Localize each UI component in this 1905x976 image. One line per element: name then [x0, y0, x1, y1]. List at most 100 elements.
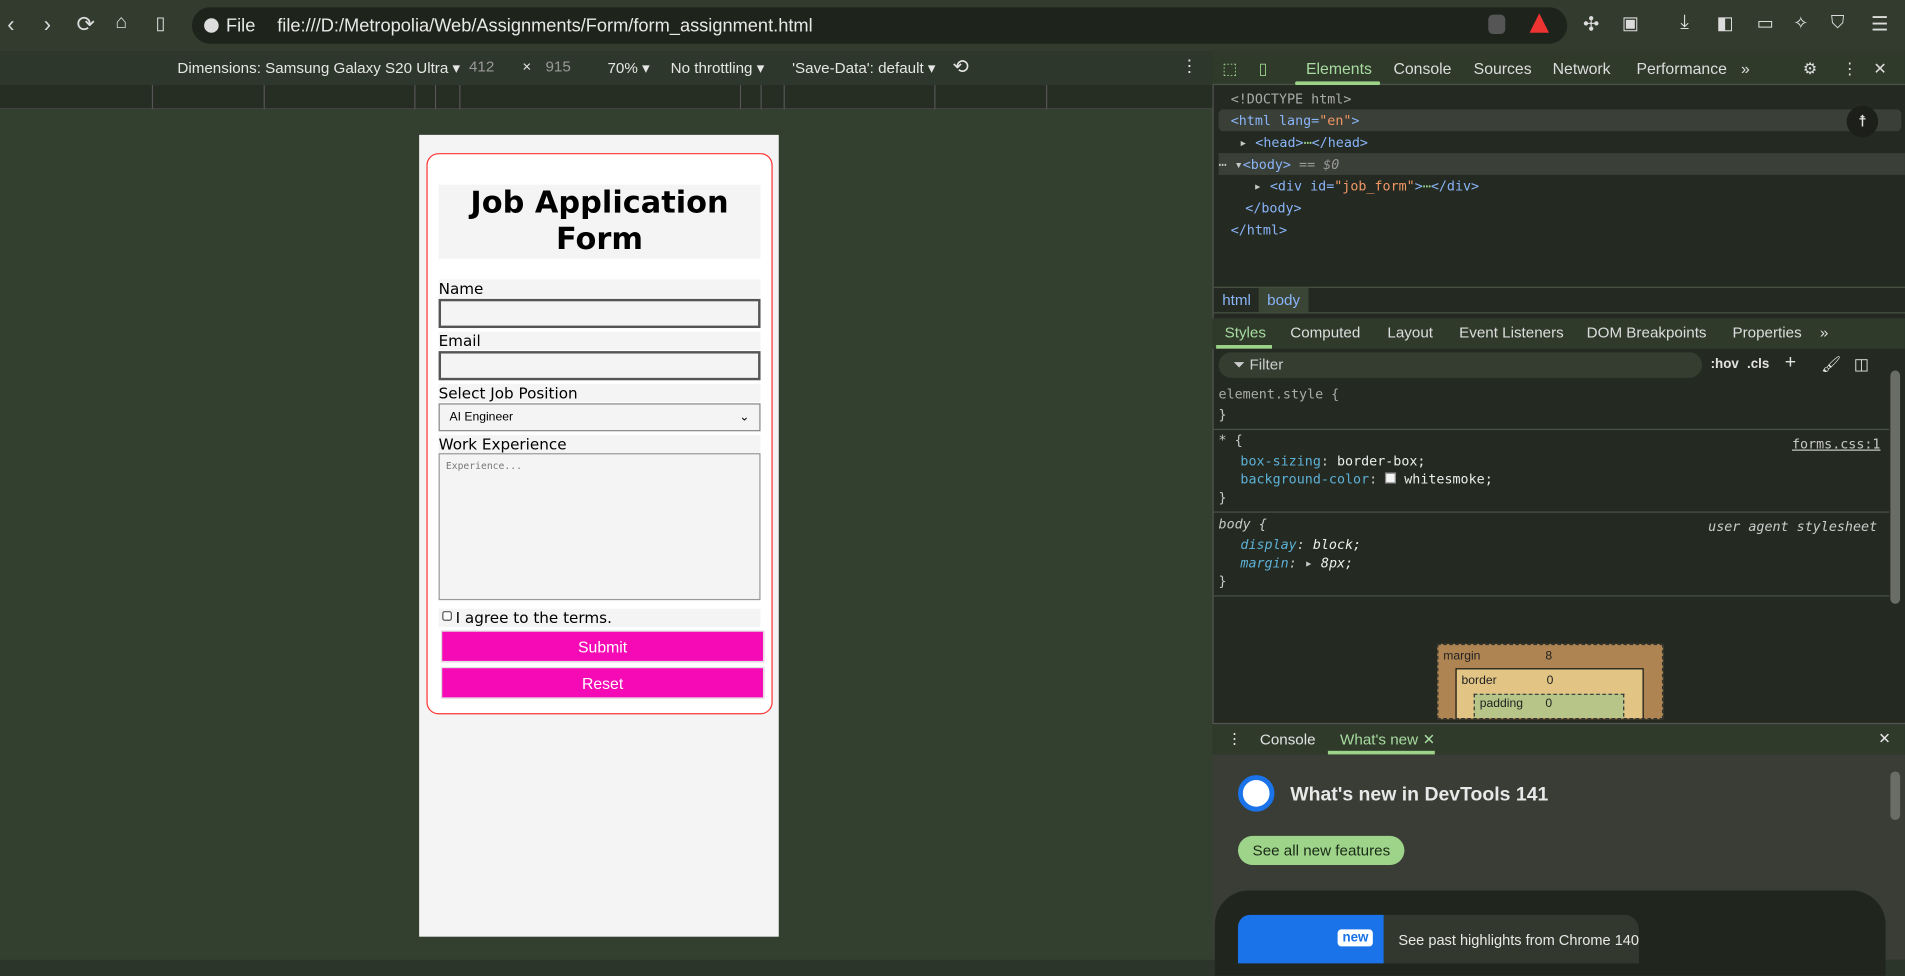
save-data-select[interactable]: 'Save-Data': default ▾: [792, 58, 935, 77]
universal-rule[interactable]: * {: [1219, 433, 1243, 449]
cls-button[interactable]: .cls: [1747, 357, 1769, 372]
terms-checkbox[interactable]: [442, 611, 452, 621]
tab-computed[interactable]: Computed: [1290, 324, 1360, 341]
padding-value[interactable]: 0: [1545, 697, 1552, 710]
dom-html-close[interactable]: </html>: [1231, 222, 1287, 238]
reload-icon[interactable]: ⟳: [77, 12, 95, 38]
close-devtools-icon[interactable]: ✕: [1873, 60, 1886, 79]
tab-event-listeners[interactable]: Event Listeners: [1459, 324, 1564, 341]
tab-performance[interactable]: Performance: [1636, 60, 1726, 78]
attr-name: lang=: [1270, 112, 1320, 129]
close-drawer-icon[interactable]: ✕: [1878, 729, 1891, 747]
position-select[interactable]: AI Engineer ⌄: [438, 403, 761, 432]
color-swatch[interactable]: [1385, 472, 1397, 484]
position-value: AI Engineer: [449, 410, 514, 425]
drawer-tab-console[interactable]: Console: [1260, 731, 1316, 748]
height-input[interactable]: 915: [545, 58, 570, 75]
dom-html[interactable]: <html lang="en">: [1231, 113, 1360, 129]
tab-network[interactable]: Network: [1553, 60, 1611, 78]
menu-icon[interactable]: ☰: [1871, 12, 1888, 36]
tab-elements[interactable]: Elements: [1306, 60, 1372, 78]
dom-div-job-form[interactable]: ▸ <div id="job_form">⋯</div>: [1254, 179, 1479, 195]
paint-icon[interactable]: 🖌: [1821, 355, 1841, 374]
address-bar[interactable]: File file:///D:/Metropolia/Web/Assignmen…: [191, 7, 1568, 44]
tab-console[interactable]: Console: [1393, 60, 1451, 78]
device-select[interactable]: Dimensions: Samsung Galaxy S20 Ultra ▾: [177, 58, 460, 77]
name-input[interactable]: [438, 298, 761, 329]
css-value[interactable]: whitesmoke;: [1404, 471, 1493, 487]
leo-ai-icon[interactable]: ✧: [1793, 12, 1808, 34]
ellipsis-icon[interactable]: ⋯: [1304, 135, 1312, 151]
box-model-padding[interactable]: padding 0: [1473, 693, 1625, 719]
tag-text: <body>: [1242, 156, 1291, 173]
url-text[interactable]: file:///D:/Metropolia/Web/Assignments/Fo…: [277, 15, 812, 36]
body-rule[interactable]: body {: [1219, 516, 1267, 532]
experience-textarea[interactable]: Experience...: [438, 453, 761, 601]
dom-body-close[interactable]: </body>: [1245, 200, 1301, 216]
wallet-icon[interactable]: ▭: [1757, 12, 1774, 34]
source-link[interactable]: forms.css:1: [1792, 436, 1881, 452]
box-model-margin[interactable]: margin 8 border 0 padding 0: [1437, 643, 1664, 720]
submit-button[interactable]: Submit: [441, 630, 765, 663]
see-all-features-button[interactable]: See all new features: [1237, 835, 1405, 866]
tab-dom-breakpoints[interactable]: DOM Breakpoints: [1587, 324, 1707, 341]
more-options-icon[interactable]: ⋮: [1181, 56, 1198, 77]
border-value[interactable]: 0: [1547, 674, 1554, 687]
sidebar-icon[interactable]: ◧: [1717, 12, 1734, 34]
accessibility-icon[interactable]: ☨: [1846, 105, 1879, 138]
settings-gear-icon[interactable]: ⚙: [1803, 60, 1817, 79]
rule-close: }: [1218, 489, 1227, 506]
css-property[interactable]: box-sizing: [1240, 453, 1320, 469]
dom-doctype[interactable]: <!DOCTYPE html>: [1231, 91, 1352, 107]
tab-styles[interactable]: Styles: [1225, 324, 1266, 341]
element-style-rule[interactable]: element.style {: [1219, 386, 1340, 402]
css-property[interactable]: background-color: [1240, 471, 1369, 487]
reset-button[interactable]: Reset: [441, 666, 765, 699]
extensions-icon[interactable]: ✣: [1583, 12, 1599, 36]
drawer-tab-whats-new[interactable]: What's new: [1340, 731, 1418, 748]
inspect-element-icon[interactable]: ⬚: [1222, 60, 1237, 79]
brave-shield-icon[interactable]: [1488, 14, 1506, 35]
download-icon[interactable]: ⤓: [1680, 12, 1689, 34]
styles-filter-input[interactable]: ⏷ Filter: [1218, 352, 1703, 378]
dom-body[interactable]: ⋯ ▾<body> == $0: [1219, 157, 1340, 173]
user-agent-label: user agent stylesheet: [1708, 518, 1878, 535]
drawer-scrollbar[interactable]: [1890, 771, 1901, 821]
styles-scrollbar[interactable]: [1890, 370, 1901, 604]
tab-sources[interactable]: Sources: [1474, 60, 1532, 78]
drawer-menu-icon[interactable]: ⋮: [1227, 729, 1242, 747]
throttling-select[interactable]: No throttling ▾: [671, 58, 765, 77]
more-tabs-icon[interactable]: »: [1741, 60, 1750, 78]
vpn-icon[interactable]: ⛉: [1831, 12, 1845, 33]
back-icon[interactable]: ‹: [7, 12, 14, 38]
devtools-menu-icon[interactable]: ⋮: [1842, 60, 1858, 79]
box-model-border[interactable]: border 0 padding 0: [1455, 668, 1644, 719]
forward-icon[interactable]: ›: [44, 12, 51, 38]
device-toggle-icon[interactable]: ▯: [1259, 60, 1268, 79]
bookmark-icon[interactable]: ▯: [156, 12, 166, 34]
tab-layout[interactable]: Layout: [1387, 324, 1433, 341]
brave-rewards-icon[interactable]: [1529, 13, 1549, 33]
email-input[interactable]: [438, 351, 761, 381]
breadcrumb-html[interactable]: html: [1222, 292, 1251, 309]
width-input[interactable]: 412: [469, 58, 494, 75]
home-icon[interactable]: ⌂: [115, 12, 127, 34]
new-rule-icon[interactable]: +: [1785, 352, 1796, 374]
toggle-sidebar-icon[interactable]: ◫: [1854, 355, 1869, 374]
css-value[interactable]: border-box;: [1337, 453, 1426, 469]
more-tabs-icon[interactable]: »: [1820, 324, 1828, 341]
past-highlights-link[interactable]: See past highlights from Chrome 140: [1398, 932, 1639, 949]
breadcrumb-body[interactable]: body: [1258, 287, 1309, 313]
hov-button[interactable]: :hov: [1711, 357, 1739, 372]
dom-head[interactable]: ▸ <head>⋯</head>: [1239, 135, 1368, 151]
margin-value[interactable]: 8: [1545, 650, 1552, 663]
close-tab-icon[interactable]: ✕: [1423, 730, 1436, 748]
filter-placeholder: Filter: [1249, 355, 1284, 373]
media-query-ruler: [0, 85, 1213, 110]
zoom-select[interactable]: 70% ▾: [607, 58, 649, 77]
tab-properties[interactable]: Properties: [1732, 324, 1801, 341]
name-label: Name: [438, 279, 761, 298]
ellipsis-icon[interactable]: ⋯: [1423, 179, 1431, 195]
rotate-icon[interactable]: ⟲: [952, 55, 968, 79]
tab-search-icon[interactable]: ▣: [1622, 12, 1639, 34]
